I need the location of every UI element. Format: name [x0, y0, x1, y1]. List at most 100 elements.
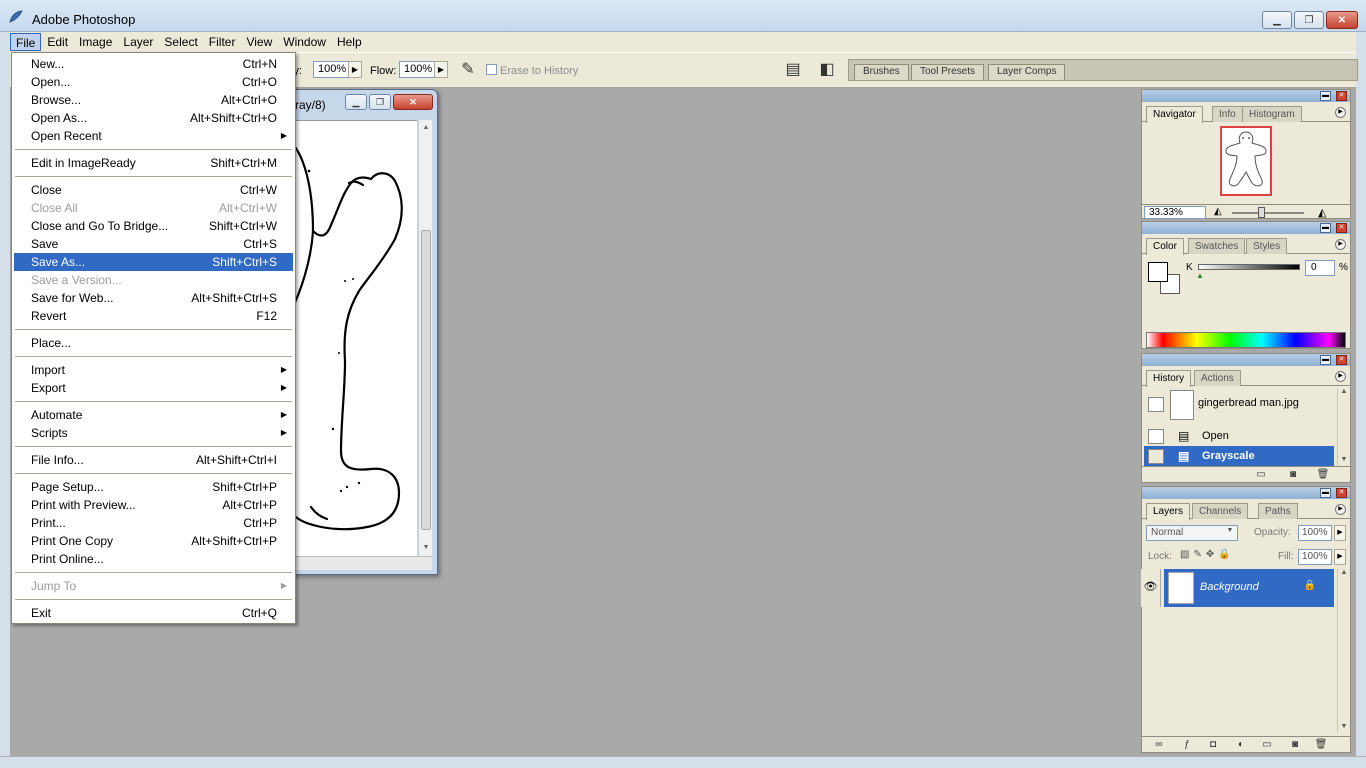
- well-tab-brushes[interactable]: Brushes: [854, 64, 909, 80]
- tab-actions[interactable]: Actions: [1194, 370, 1241, 386]
- scroll-up-icon[interactable]: ▲: [1338, 388, 1350, 398]
- foreground-color-swatch[interactable]: [1148, 262, 1168, 282]
- zoom-in-icon[interactable]: ◭: [1318, 206, 1326, 219]
- well-tab-tool-presets[interactable]: Tool Presets: [911, 64, 985, 80]
- menu-item-automate[interactable]: Automate ▶: [14, 406, 293, 424]
- menu-item-print-with-preview[interactable]: Print with Preview... Alt+Ctrl+P: [14, 496, 293, 514]
- scroll-down-icon[interactable]: ▼: [1338, 456, 1350, 466]
- menu-item-print[interactable]: Print... Ctrl+P: [14, 514, 293, 532]
- menu-item-save-as[interactable]: Save As... Shift+Ctrl+S: [14, 253, 293, 271]
- document-vertical-scrollbar[interactable]: ▲ ▼: [418, 120, 432, 556]
- layers-scrollbar[interactable]: ▲ ▼: [1337, 569, 1349, 733]
- tab-styles[interactable]: Styles: [1246, 238, 1288, 254]
- menu-select[interactable]: Select: [159, 33, 202, 51]
- flow-input[interactable]: 100%: [399, 61, 435, 78]
- menu-item-place[interactable]: Place...: [14, 334, 293, 352]
- menu-item-browse[interactable]: Browse... Alt+Ctrl+O: [14, 91, 293, 109]
- flow-arrow-icon[interactable]: ▶: [434, 61, 448, 78]
- doc-restore-button[interactable]: ❐: [369, 94, 391, 110]
- scroll-up-icon[interactable]: ▲: [419, 122, 433, 134]
- tab-info[interactable]: Info: [1212, 106, 1243, 122]
- fill-arrow-icon[interactable]: ▶: [1334, 549, 1346, 565]
- tab-swatches[interactable]: Swatches: [1188, 238, 1246, 254]
- menu-item-import[interactable]: Import ▶: [14, 361, 293, 379]
- new-group-icon[interactable]: ▭: [1260, 739, 1274, 751]
- opacity-arrow-icon[interactable]: ▶: [348, 61, 362, 78]
- menu-help[interactable]: Help: [332, 33, 367, 51]
- menu-item-page-setup[interactable]: Page Setup... Shift+Ctrl+P: [14, 478, 293, 496]
- document-horizontal-scrollbar[interactable]: [287, 556, 432, 570]
- menu-item-close-all[interactable]: Close All Alt+Ctrl+W: [14, 199, 293, 217]
- navigator-thumbnail[interactable]: [1220, 126, 1272, 196]
- erase-to-history-checkbox[interactable]: [486, 64, 497, 75]
- color-ramp[interactable]: [1146, 332, 1346, 348]
- fill-input[interactable]: 100%: [1298, 549, 1332, 565]
- new-document-from-state-icon[interactable]: ▭: [1254, 469, 1268, 481]
- menu-item-save[interactable]: Save Ctrl+S: [14, 235, 293, 253]
- history-state-open[interactable]: ▤ Open: [1144, 426, 1334, 446]
- opacity-input[interactable]: 100%: [313, 61, 349, 78]
- palette-minimize-icon[interactable]: ▬: [1320, 91, 1331, 101]
- menu-item-revert[interactable]: Revert F12: [14, 307, 293, 325]
- palette-minimize-icon[interactable]: ▬: [1320, 488, 1331, 498]
- layer-style-icon[interactable]: ƒ: [1180, 739, 1194, 751]
- palette-title-bar[interactable]: ▬ ✕: [1142, 90, 1350, 102]
- new-layer-icon[interactable]: ◙: [1288, 739, 1302, 751]
- zoom-input[interactable]: 33.33%: [1144, 206, 1206, 219]
- palette-title-bar[interactable]: ▬ ✕: [1142, 222, 1350, 234]
- palette-close-icon[interactable]: ✕: [1336, 91, 1347, 101]
- tab-color[interactable]: Color: [1146, 238, 1184, 255]
- palette-menu-icon[interactable]: ▶: [1335, 371, 1346, 382]
- file-browser-icon[interactable]: ▤: [782, 60, 804, 80]
- history-snapshot[interactable]: gingerbread man.jpg: [1144, 388, 1334, 422]
- menu-item-jump-to[interactable]: Jump To ▶: [14, 577, 293, 595]
- blend-mode-select[interactable]: Normal ▼: [1146, 525, 1238, 541]
- new-snapshot-icon[interactable]: ◙: [1286, 469, 1300, 481]
- lock-options-icons[interactable]: ▧✎✥🔒: [1180, 549, 1235, 560]
- k-value-input[interactable]: 0: [1305, 260, 1335, 276]
- menu-filter[interactable]: Filter: [204, 33, 241, 51]
- scroll-up-icon[interactable]: ▲: [1338, 569, 1350, 579]
- menu-layer[interactable]: Layer: [118, 33, 158, 51]
- scroll-thumb[interactable]: [421, 230, 431, 530]
- palette-close-icon[interactable]: ✕: [1336, 488, 1347, 498]
- menu-item-open-recent[interactable]: Open Recent ▶: [14, 127, 293, 145]
- trash-icon[interactable]: 🗑: [1314, 739, 1328, 751]
- history-brush-source-icon[interactable]: [1148, 397, 1164, 412]
- menu-item-new[interactable]: New... Ctrl+N: [14, 55, 293, 73]
- doc-minimize-button[interactable]: ▁: [345, 94, 367, 110]
- menu-item-exit[interactable]: Exit Ctrl+Q: [14, 604, 293, 622]
- airbrush-icon[interactable]: ✎: [457, 60, 479, 80]
- tab-navigator[interactable]: Navigator: [1146, 106, 1203, 123]
- menu-item-edit-in-imageready[interactable]: Edit in ImageReady Shift+Ctrl+M: [14, 154, 293, 172]
- zoom-slider-thumb[interactable]: [1258, 207, 1265, 218]
- palette-title-bar[interactable]: ▬ ✕: [1142, 354, 1350, 366]
- bridge-icon[interactable]: ◧: [816, 60, 838, 80]
- visibility-eye-icon[interactable]: 👁: [1141, 569, 1161, 607]
- close-button[interactable]: ✕: [1326, 11, 1358, 29]
- palette-minimize-icon[interactable]: ▬: [1320, 223, 1331, 233]
- menu-view[interactable]: View: [241, 33, 277, 51]
- document-canvas[interactable]: [285, 120, 417, 556]
- opacity-arrow-icon[interactable]: ▶: [1334, 525, 1346, 541]
- menu-file[interactable]: File: [10, 33, 42, 51]
- menu-item-save-a-version[interactable]: Save a Version...: [14, 271, 293, 289]
- document-window[interactable]: ray/8) ▁ ❐ ✕ ▲ ▼: [285, 89, 438, 575]
- menu-item-close[interactable]: Close Ctrl+W: [14, 181, 293, 199]
- menu-item-open-as[interactable]: Open As... Alt+Shift+Ctrl+O: [14, 109, 293, 127]
- menu-item-open[interactable]: Open... Ctrl+O: [14, 73, 293, 91]
- tab-paths[interactable]: Paths: [1258, 503, 1298, 519]
- scroll-down-icon[interactable]: ▼: [419, 542, 433, 554]
- adjustment-layer-icon[interactable]: ◐: [1234, 739, 1248, 751]
- menu-item-print-one-copy[interactable]: Print One Copy Alt+Shift+Ctrl+P: [14, 532, 293, 550]
- k-slider[interactable]: [1198, 264, 1300, 270]
- well-tab-layer-comps[interactable]: Layer Comps: [988, 64, 1066, 80]
- minimize-button[interactable]: ▁: [1262, 11, 1292, 29]
- history-source-checkbox[interactable]: [1148, 449, 1164, 464]
- tab-history[interactable]: History: [1146, 370, 1192, 387]
- menu-edit[interactable]: Edit: [42, 33, 73, 51]
- tab-layers[interactable]: Layers: [1146, 503, 1191, 520]
- menu-image[interactable]: Image: [74, 33, 117, 51]
- scroll-down-icon[interactable]: ▼: [1338, 723, 1350, 733]
- doc-close-button[interactable]: ✕: [393, 94, 433, 110]
